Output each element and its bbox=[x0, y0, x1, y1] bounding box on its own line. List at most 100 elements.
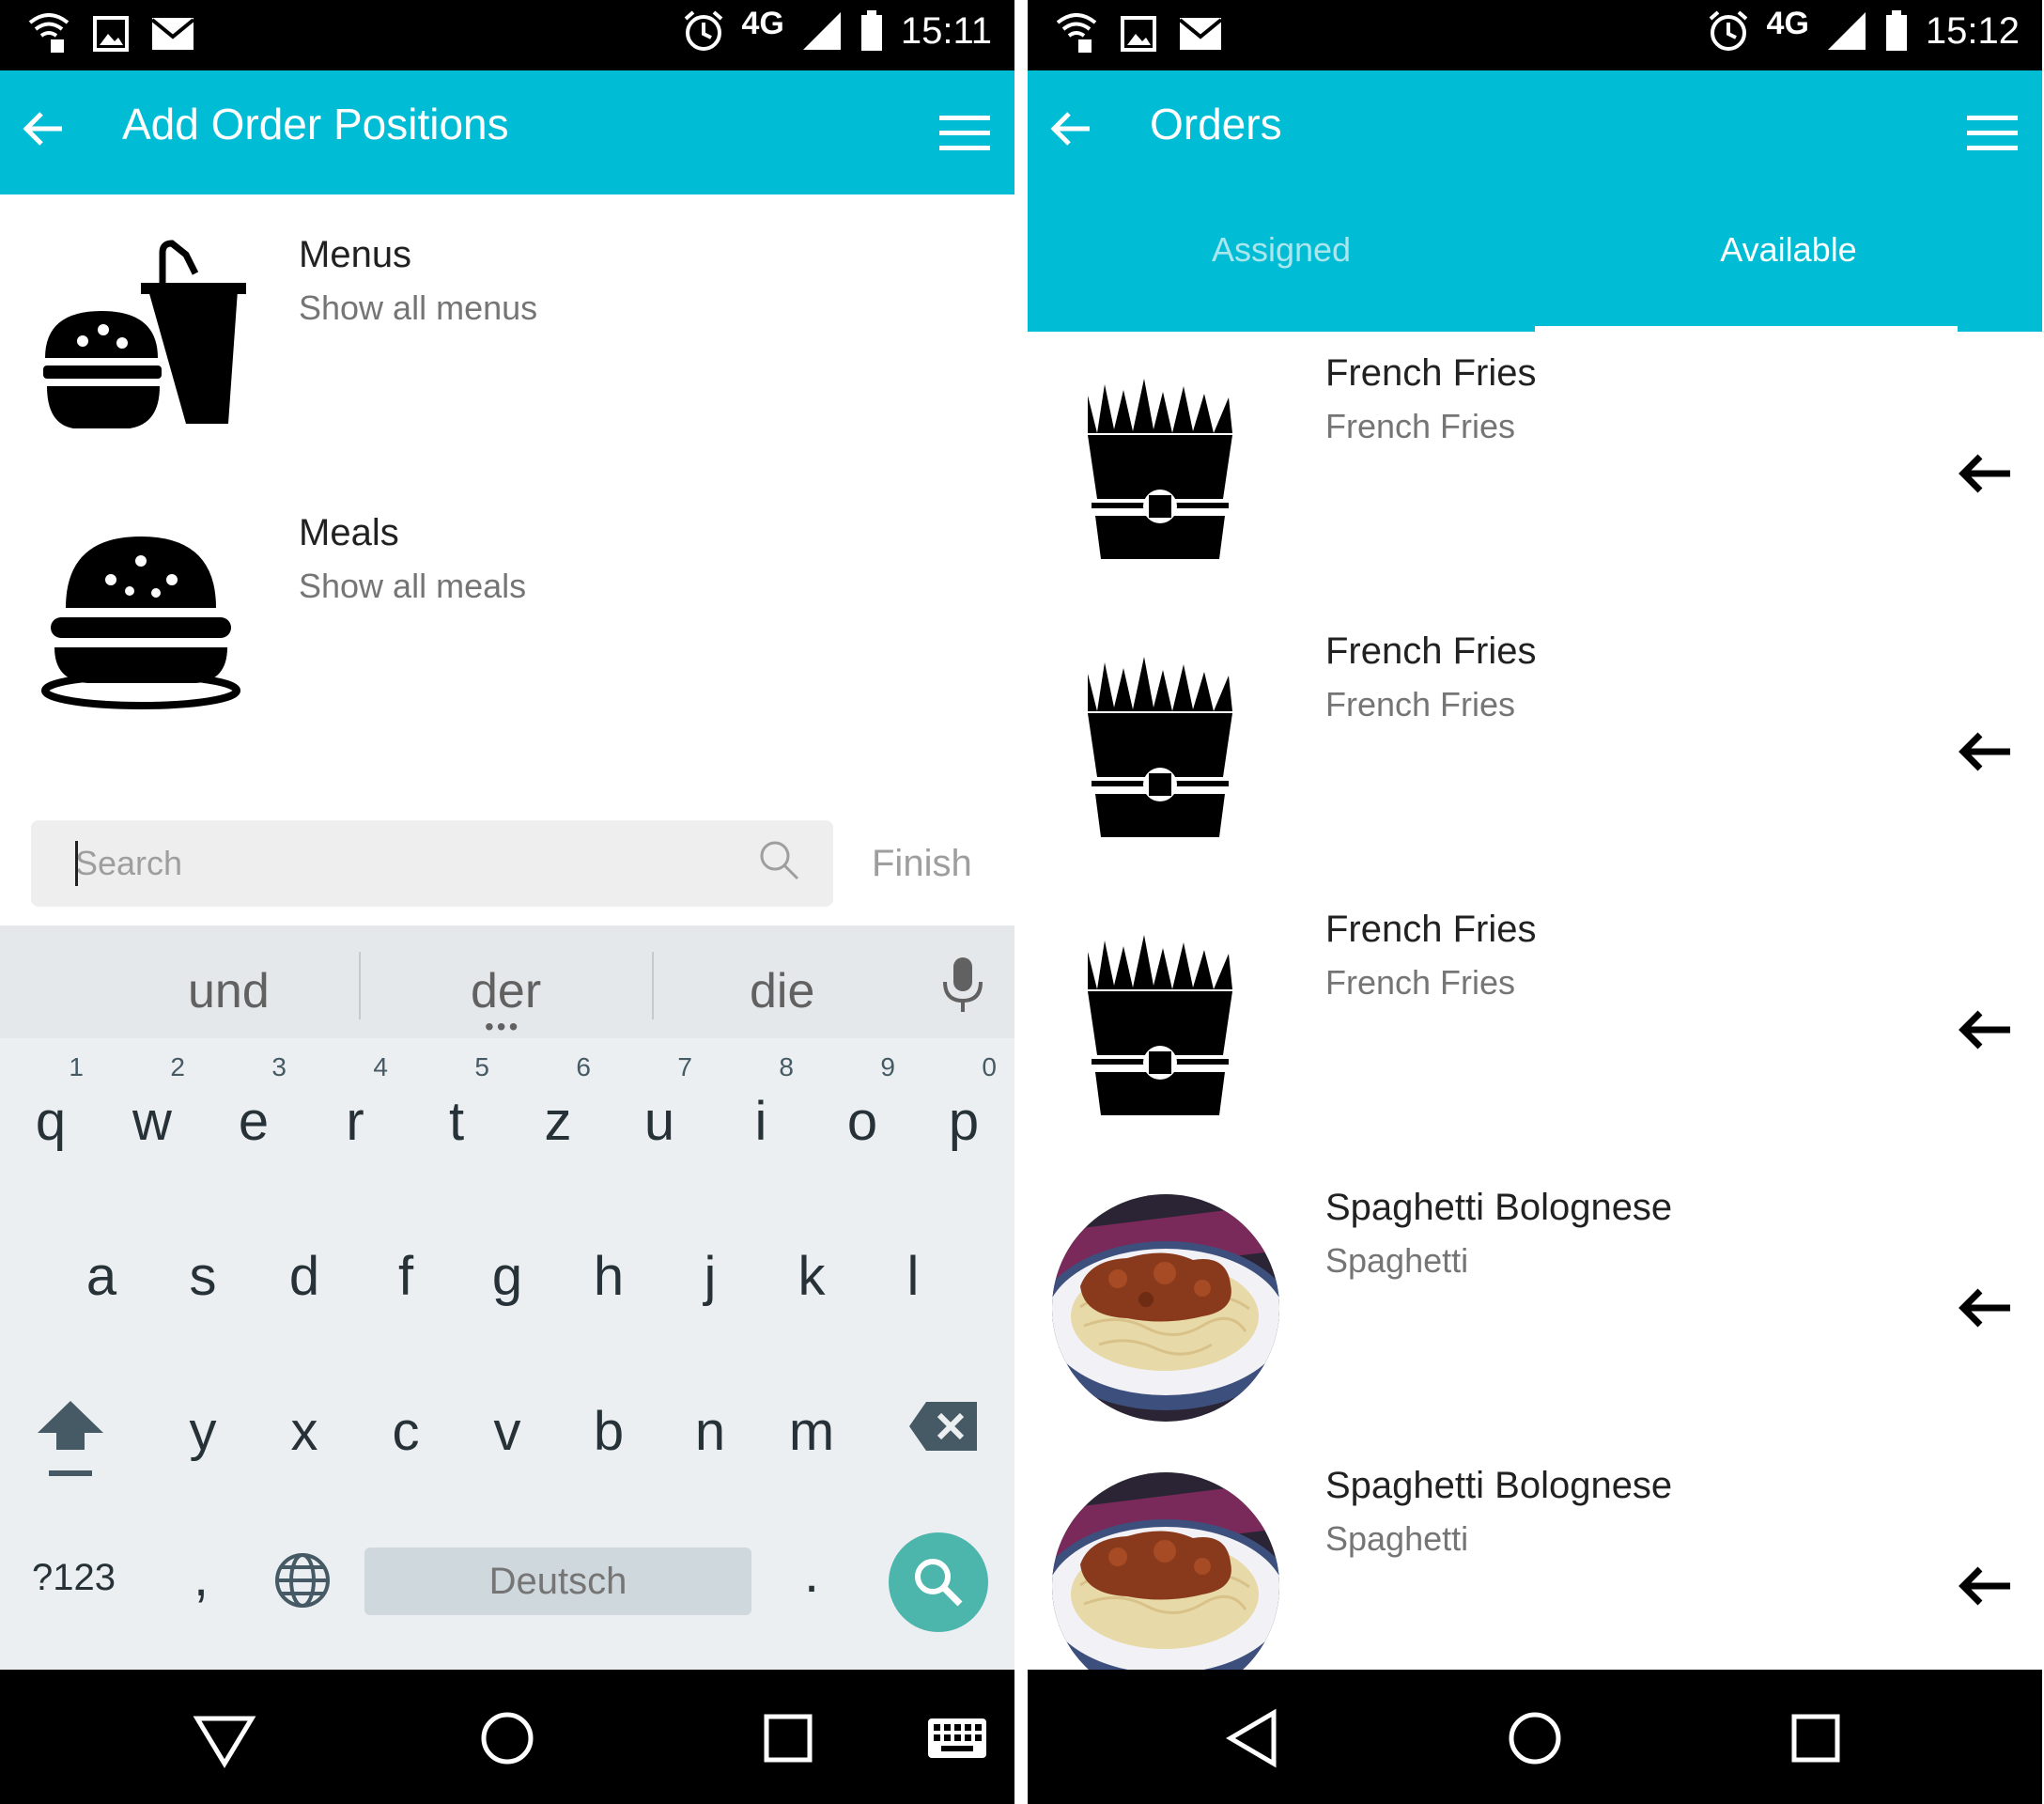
back-arrow-icon[interactable] bbox=[1045, 102, 1097, 155]
item-title: Spaghetti Bolognese bbox=[1325, 1187, 1673, 1228]
key-n[interactable]: n bbox=[668, 1400, 752, 1463]
item-title: Spaghetti Bolognese bbox=[1325, 1465, 1673, 1506]
suggestion-1[interactable]: und bbox=[188, 963, 270, 1019]
comma-key[interactable]: , bbox=[194, 1546, 209, 1609]
key-m[interactable]: m bbox=[769, 1400, 854, 1463]
spaghetti-photo bbox=[1052, 1194, 1279, 1422]
key-v[interactable]: v bbox=[465, 1400, 550, 1463]
french-fries-icon bbox=[1088, 379, 1232, 559]
back-nav-icon[interactable] bbox=[192, 1705, 257, 1771]
list-item[interactable]: French Fries French Fries bbox=[1028, 610, 2042, 890]
space-key[interactable]: Deutsch bbox=[364, 1547, 751, 1615]
key-u[interactable]: u7 bbox=[617, 1052, 702, 1153]
item-subtitle: Spaghetti bbox=[1325, 1519, 1469, 1558]
home-nav-icon[interactable] bbox=[1502, 1705, 1568, 1771]
page-title: Add Order Positions bbox=[122, 100, 509, 148]
key-l[interactable]: l bbox=[871, 1245, 955, 1308]
backspace-icon[interactable] bbox=[907, 1400, 979, 1453]
list-item-meals[interactable]: Meals Show all meals bbox=[0, 473, 1014, 753]
key-h[interactable]: h bbox=[566, 1245, 651, 1308]
nav-bar bbox=[1028, 1670, 2042, 1804]
symbols-key[interactable]: ?123 bbox=[32, 1557, 116, 1599]
wifi-sim-icon bbox=[1056, 13, 1097, 53]
suggestion-divider bbox=[652, 952, 654, 1019]
key-e[interactable]: e3 bbox=[211, 1052, 296, 1153]
hamburger-menu-icon[interactable] bbox=[939, 114, 990, 153]
key-s[interactable]: s bbox=[161, 1245, 245, 1308]
hamburger-menu-icon[interactable] bbox=[1967, 114, 2018, 153]
list-item-menus[interactable]: Menus Show all menus bbox=[0, 194, 1014, 474]
item-subtitle: French Fries bbox=[1325, 685, 1516, 723]
status-bar: 4G 15:12 bbox=[1028, 0, 2042, 70]
period-key[interactable]: . bbox=[804, 1542, 819, 1605]
item-subtitle: French Fries bbox=[1325, 963, 1516, 1002]
alarm-icon bbox=[684, 10, 722, 51]
key-d[interactable]: d bbox=[262, 1245, 347, 1308]
search-action-key[interactable] bbox=[889, 1532, 988, 1632]
key-x[interactable]: x bbox=[262, 1400, 347, 1463]
key-q[interactable]: q1 bbox=[8, 1052, 93, 1153]
list-item[interactable]: Spaghetti Bolognese Spaghetti bbox=[1028, 1166, 2042, 1446]
item-title: French Fries bbox=[1325, 352, 1537, 394]
home-nav-icon[interactable] bbox=[474, 1705, 540, 1771]
key-g[interactable]: g bbox=[465, 1245, 550, 1308]
back-arrow-icon[interactable] bbox=[17, 102, 70, 155]
assign-arrow-icon[interactable] bbox=[1958, 730, 2012, 773]
shift-key-icon[interactable] bbox=[36, 1395, 105, 1480]
key-o[interactable]: o9 bbox=[820, 1052, 905, 1153]
key-w[interactable]: w2 bbox=[110, 1052, 194, 1153]
item-subtitle: Show all meals bbox=[299, 567, 527, 605]
key-c[interactable]: c bbox=[364, 1400, 448, 1463]
spaghetti-photo bbox=[1052, 1472, 1279, 1700]
list-item[interactable]: Spaghetti Bolognese Spaghetti bbox=[1028, 1444, 2042, 1700]
assign-arrow-icon[interactable] bbox=[1958, 452, 2012, 495]
suggestion-2[interactable]: der bbox=[471, 963, 541, 1019]
battery-icon bbox=[1885, 10, 1907, 51]
network-type: 4G bbox=[1766, 5, 1809, 41]
battery-icon bbox=[860, 10, 882, 51]
image-icon bbox=[1121, 16, 1156, 52]
burger-icon bbox=[41, 537, 240, 709]
key-a[interactable]: a bbox=[59, 1245, 144, 1308]
more-suggestions-icon[interactable]: ••• bbox=[485, 1012, 520, 1042]
key-k[interactable]: k bbox=[769, 1245, 854, 1308]
back-nav-icon[interactable] bbox=[1219, 1705, 1285, 1771]
status-bar: 4G 15:11 bbox=[0, 0, 1014, 70]
key-y[interactable]: y bbox=[161, 1400, 245, 1463]
recents-nav-icon[interactable] bbox=[1783, 1705, 1849, 1771]
tab-assigned[interactable]: Assigned bbox=[1028, 230, 1535, 270]
key-b[interactable]: b bbox=[566, 1400, 651, 1463]
recents-nav-icon[interactable] bbox=[755, 1705, 821, 1771]
key-j[interactable]: j bbox=[668, 1245, 752, 1308]
assign-arrow-icon[interactable] bbox=[1958, 1008, 2012, 1051]
key-p[interactable]: p0 bbox=[921, 1052, 1006, 1153]
list-item[interactable]: French Fries French Fries bbox=[1028, 888, 2042, 1168]
search-icon[interactable] bbox=[756, 837, 801, 882]
tab-available[interactable]: Available bbox=[1535, 230, 2042, 270]
key-z[interactable]: z6 bbox=[516, 1052, 600, 1153]
network-type: 4G bbox=[741, 5, 784, 41]
finish-button[interactable]: Finish bbox=[872, 843, 972, 885]
wifi-sim-icon bbox=[28, 13, 70, 53]
globe-icon[interactable] bbox=[272, 1550, 333, 1610]
soft-keyboard: und der die ••• q1 w2 e3 r4 t5 z6 u7 i8 … bbox=[0, 925, 1014, 1670]
search-input[interactable]: Search bbox=[31, 820, 833, 907]
item-subtitle: Spaghetti bbox=[1325, 1241, 1469, 1280]
key-r[interactable]: r4 bbox=[313, 1052, 397, 1153]
item-subtitle: French Fries bbox=[1325, 407, 1516, 445]
item-title: French Fries bbox=[1325, 630, 1537, 672]
key-i[interactable]: i8 bbox=[719, 1052, 803, 1153]
suggestion-3[interactable]: die bbox=[750, 963, 814, 1019]
burger-drink-icon bbox=[43, 240, 246, 428]
screen-divider bbox=[1014, 0, 1028, 1804]
assign-arrow-icon[interactable] bbox=[1958, 1564, 2012, 1608]
keyboard-switch-icon[interactable] bbox=[924, 1705, 990, 1771]
page-title: Orders bbox=[1150, 100, 1282, 148]
microphone-icon[interactable] bbox=[941, 956, 984, 1014]
text-cursor bbox=[75, 841, 78, 886]
key-f[interactable]: f bbox=[364, 1245, 448, 1308]
list-item[interactable]: French Fries French Fries bbox=[1028, 332, 2042, 612]
assign-arrow-icon[interactable] bbox=[1958, 1286, 2012, 1330]
key-t[interactable]: t5 bbox=[414, 1052, 499, 1153]
image-icon bbox=[93, 16, 129, 52]
